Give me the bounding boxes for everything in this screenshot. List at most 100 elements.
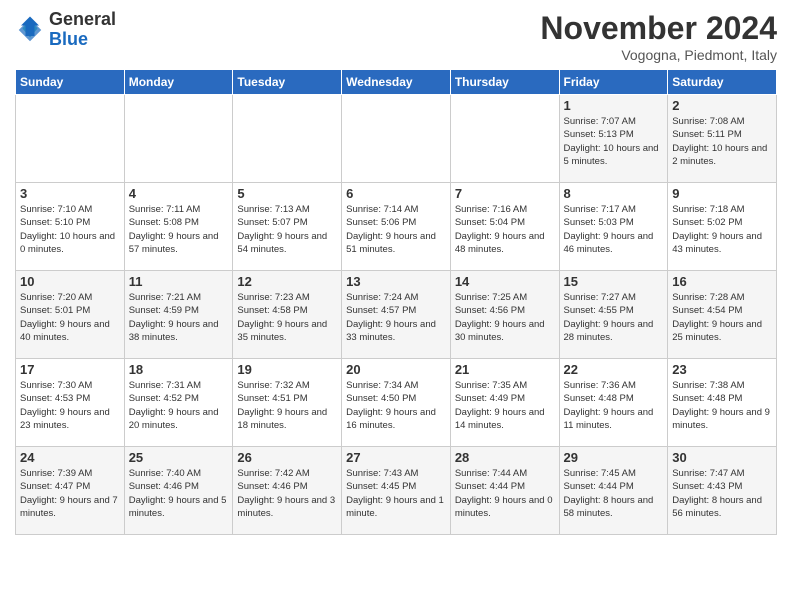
table-row: 14Sunrise: 7:25 AM Sunset: 4:56 PM Dayli… — [450, 271, 559, 359]
calendar-week-row: 3 Sunrise: 7:10 AM Sunset: 5:10 PM Daylig… — [16, 183, 777, 271]
table-row: 12 Sunrise: 7:23 AM Sunset: 4:58 PM Dayli… — [233, 271, 342, 359]
col-saturday: Saturday — [668, 70, 777, 95]
day-number: 23 — [672, 362, 772, 377]
day-info: Sunrise: 7:30 AM Sunset: 4:53 PM Dayligh… — [20, 379, 120, 432]
day-info: Sunrise: 7:14 AM Sunset: 5:06 PM Dayligh… — [346, 203, 446, 256]
location-subtitle: Vogogna, Piedmont, Italy — [540, 47, 777, 63]
table-row: 8 Sunrise: 7:17 AM Sunset: 5:03 PM Daylig… — [559, 183, 668, 271]
calendar-table: Sunday Monday Tuesday Wednesday Thursday… — [15, 69, 777, 535]
table-row: 16Sunrise: 7:28 AM Sunset: 4:54 PM Dayli… — [668, 271, 777, 359]
table-row: 13Sunrise: 7:24 AM Sunset: 4:57 PM Dayli… — [342, 271, 451, 359]
day-number: 13 — [346, 274, 446, 289]
day-info: Sunrise: 7:45 AM Sunset: 4:44 PM Dayligh… — [564, 467, 664, 520]
calendar-week-row: 24 Sunrise: 7:39 AM Sunset: 4:47 PM Dayli… — [16, 447, 777, 535]
table-row: 23 Sunrise: 7:38 AM Sunset: 4:48 PM Dayli… — [668, 359, 777, 447]
day-number: 25 — [129, 450, 229, 465]
day-number: 18 — [129, 362, 229, 377]
table-row — [233, 95, 342, 183]
day-info: Sunrise: 7:32 AM Sunset: 4:51 PM Dayligh… — [237, 379, 337, 432]
day-number: 10 — [20, 274, 120, 289]
day-number: 2 — [672, 98, 772, 113]
table-row: 26Sunrise: 7:42 AM Sunset: 4:46 PM Dayli… — [233, 447, 342, 535]
table-row: 4 Sunrise: 7:11 AM Sunset: 5:08 PM Daylig… — [124, 183, 233, 271]
logo-general: General — [49, 9, 116, 29]
day-number: 22 — [564, 362, 664, 377]
table-row: 29 Sunrise: 7:45 AM Sunset: 4:44 PM Dayli… — [559, 447, 668, 535]
calendar-week-row: 1 Sunrise: 7:07 AM Sunset: 5:13 PM Daylig… — [16, 95, 777, 183]
day-info: Sunrise: 7:35 AM Sunset: 4:49 PM Dayligh… — [455, 379, 555, 432]
day-number: 3 — [20, 186, 120, 201]
day-info: Sunrise: 7:43 AM Sunset: 4:45 PM Dayligh… — [346, 467, 446, 520]
day-number: 6 — [346, 186, 446, 201]
day-number: 30 — [672, 450, 772, 465]
table-row: 9Sunrise: 7:18 AM Sunset: 5:02 PM Daylig… — [668, 183, 777, 271]
day-info: Sunrise: 7:07 AM Sunset: 5:13 PM Dayligh… — [564, 115, 664, 168]
table-row: 3 Sunrise: 7:10 AM Sunset: 5:10 PM Daylig… — [16, 183, 125, 271]
logo: General Blue — [15, 10, 116, 50]
table-row: 7 Sunrise: 7:16 AM Sunset: 5:04 PM Daylig… — [450, 183, 559, 271]
table-row: 20 Sunrise: 7:34 AM Sunset: 4:50 PM Dayli… — [342, 359, 451, 447]
col-wednesday: Wednesday — [342, 70, 451, 95]
day-info: Sunrise: 7:17 AM Sunset: 5:03 PM Dayligh… — [564, 203, 664, 256]
day-info: Sunrise: 7:28 AM Sunset: 4:54 PM Dayligh… — [672, 291, 772, 344]
day-info: Sunrise: 7:18 AM Sunset: 5:02 PM Dayligh… — [672, 203, 772, 256]
table-row: 6 Sunrise: 7:14 AM Sunset: 5:06 PM Daylig… — [342, 183, 451, 271]
table-row: 28 Sunrise: 7:44 AM Sunset: 4:44 PM Dayli… — [450, 447, 559, 535]
day-number: 1 — [564, 98, 664, 113]
day-info: Sunrise: 7:39 AM Sunset: 4:47 PM Dayligh… — [20, 467, 120, 520]
day-info: Sunrise: 7:27 AM Sunset: 4:55 PM Dayligh… — [564, 291, 664, 344]
logo-text: General Blue — [49, 10, 116, 50]
day-number: 24 — [20, 450, 120, 465]
calendar-header-row: Sunday Monday Tuesday Wednesday Thursday… — [16, 70, 777, 95]
logo-icon — [15, 15, 45, 45]
day-info: Sunrise: 7:40 AM Sunset: 4:46 PM Dayligh… — [129, 467, 229, 520]
day-number: 8 — [564, 186, 664, 201]
day-number: 17 — [20, 362, 120, 377]
table-row: 18 Sunrise: 7:31 AM Sunset: 4:52 PM Dayli… — [124, 359, 233, 447]
table-row: 21 Sunrise: 7:35 AM Sunset: 4:49 PM Dayli… — [450, 359, 559, 447]
table-row — [450, 95, 559, 183]
table-row: 1 Sunrise: 7:07 AM Sunset: 5:13 PM Daylig… — [559, 95, 668, 183]
day-info: Sunrise: 7:31 AM Sunset: 4:52 PM Dayligh… — [129, 379, 229, 432]
table-row: 19 Sunrise: 7:32 AM Sunset: 4:51 PM Dayli… — [233, 359, 342, 447]
day-number: 15 — [564, 274, 664, 289]
table-row: 25 Sunrise: 7:40 AM Sunset: 4:46 PM Dayli… — [124, 447, 233, 535]
col-sunday: Sunday — [16, 70, 125, 95]
table-row: 2 Sunrise: 7:08 AM Sunset: 5:11 PM Daylig… — [668, 95, 777, 183]
day-info: Sunrise: 7:16 AM Sunset: 5:04 PM Dayligh… — [455, 203, 555, 256]
day-number: 11 — [129, 274, 229, 289]
day-number: 27 — [346, 450, 446, 465]
day-info: Sunrise: 7:36 AM Sunset: 4:48 PM Dayligh… — [564, 379, 664, 432]
table-row: 22 Sunrise: 7:36 AM Sunset: 4:48 PM Dayli… — [559, 359, 668, 447]
day-info: Sunrise: 7:08 AM Sunset: 5:11 PM Dayligh… — [672, 115, 772, 168]
table-row — [16, 95, 125, 183]
table-row: 27 Sunrise: 7:43 AM Sunset: 4:45 PM Dayli… — [342, 447, 451, 535]
table-row: 5Sunrise: 7:13 AM Sunset: 5:07 PM Daylig… — [233, 183, 342, 271]
day-info: Sunrise: 7:34 AM Sunset: 4:50 PM Dayligh… — [346, 379, 446, 432]
day-info: Sunrise: 7:10 AM Sunset: 5:10 PM Dayligh… — [20, 203, 120, 256]
day-number: 4 — [129, 186, 229, 201]
col-thursday: Thursday — [450, 70, 559, 95]
col-friday: Friday — [559, 70, 668, 95]
day-number: 28 — [455, 450, 555, 465]
day-info: Sunrise: 7:38 AM Sunset: 4:48 PM Dayligh… — [672, 379, 772, 432]
day-number: 21 — [455, 362, 555, 377]
table-row — [124, 95, 233, 183]
logo-blue: Blue — [49, 29, 88, 49]
day-info: Sunrise: 7:13 AM Sunset: 5:07 PM Dayligh… — [237, 203, 337, 256]
day-number: 19 — [237, 362, 337, 377]
table-row — [342, 95, 451, 183]
day-number: 20 — [346, 362, 446, 377]
day-info: Sunrise: 7:23 AM Sunset: 4:58 PM Dayligh… — [237, 291, 337, 344]
table-row: 10Sunrise: 7:20 AM Sunset: 5:01 PM Dayli… — [16, 271, 125, 359]
day-info: Sunrise: 7:11 AM Sunset: 5:08 PM Dayligh… — [129, 203, 229, 256]
col-tuesday: Tuesday — [233, 70, 342, 95]
header: General Blue November 2024 Vogogna, Pied… — [15, 10, 777, 63]
calendar-week-row: 17 Sunrise: 7:30 AM Sunset: 4:53 PM Dayli… — [16, 359, 777, 447]
day-info: Sunrise: 7:44 AM Sunset: 4:44 PM Dayligh… — [455, 467, 555, 520]
day-info: Sunrise: 7:42 AM Sunset: 4:46 PM Dayligh… — [237, 467, 337, 520]
day-number: 7 — [455, 186, 555, 201]
day-number: 29 — [564, 450, 664, 465]
table-row: 24 Sunrise: 7:39 AM Sunset: 4:47 PM Dayli… — [16, 447, 125, 535]
day-number: 12 — [237, 274, 337, 289]
